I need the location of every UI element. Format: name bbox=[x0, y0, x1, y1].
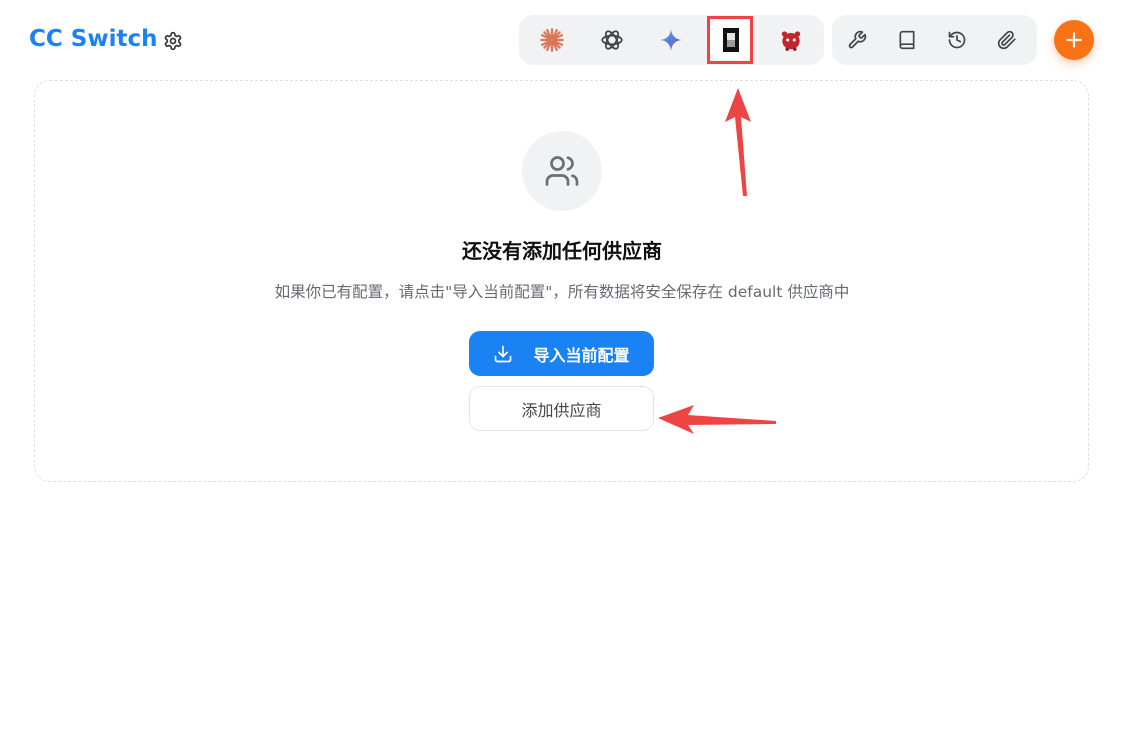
app-tab-openai[interactable] bbox=[591, 20, 633, 60]
app-title: CC Switch bbox=[29, 26, 158, 52]
settings-button[interactable] bbox=[160, 28, 186, 54]
gear-icon bbox=[164, 31, 182, 51]
add-provider-fab[interactable] bbox=[1054, 20, 1094, 60]
wrench-icon bbox=[848, 30, 867, 49]
empty-state-title: 还没有添加任何供应商 bbox=[462, 239, 662, 263]
docs-button[interactable] bbox=[890, 23, 924, 57]
app-tab-mascot[interactable] bbox=[770, 20, 812, 60]
add-provider-label: 添加供应商 bbox=[521, 400, 602, 420]
download-icon bbox=[495, 345, 512, 362]
toolbar bbox=[832, 15, 1037, 65]
users-icon bbox=[545, 156, 579, 186]
add-provider-button[interactable]: 添加供应商 bbox=[469, 386, 654, 431]
red-creature-icon bbox=[781, 31, 801, 51]
empty-state-description: 如果你已有配置，请点击"导入当前配置"，所有数据将安全保存在 default 供… bbox=[274, 283, 850, 301]
claude-starburst-icon bbox=[540, 28, 564, 52]
import-config-label: 导入当前配置 bbox=[533, 345, 630, 365]
history-button[interactable] bbox=[940, 23, 974, 57]
history-icon bbox=[948, 31, 966, 49]
app-tab-opencode[interactable] bbox=[710, 20, 752, 60]
app-switcher bbox=[519, 15, 824, 65]
paperclip-icon bbox=[997, 30, 1016, 50]
empty-state-icon-circle bbox=[522, 131, 602, 211]
attachments-button[interactable] bbox=[990, 23, 1024, 57]
app-tab-gemini[interactable] bbox=[650, 20, 692, 60]
import-config-button[interactable]: 导入当前配置 bbox=[469, 331, 654, 376]
openai-icon bbox=[601, 30, 623, 50]
book-icon bbox=[899, 30, 915, 50]
gemini-sparkle-icon bbox=[660, 29, 682, 51]
opencode-square-icon bbox=[723, 28, 739, 52]
app-tab-claude[interactable] bbox=[531, 20, 573, 60]
plus-icon bbox=[1066, 32, 1082, 48]
tools-button[interactable] bbox=[840, 23, 874, 57]
